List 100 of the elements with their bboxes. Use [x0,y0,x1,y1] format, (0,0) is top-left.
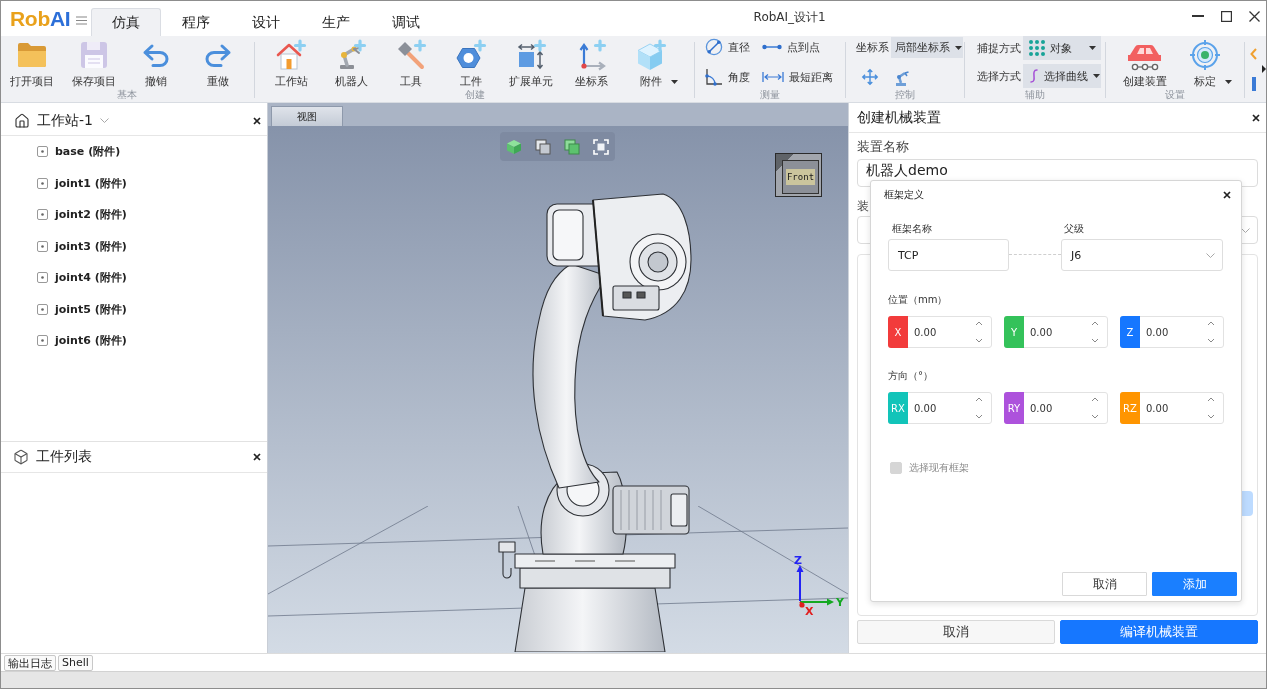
bottom-tab[interactable]: 输出日志 [4,654,56,671]
ribbon-button[interactable]: 重做 [187,36,249,88]
tree-item[interactable]: joint5 (附件) [1,293,267,325]
tree-item[interactable]: joint6 (附件) [1,325,267,357]
caret-icon [1089,46,1096,50]
tree-item[interactable]: base (附件) [1,136,267,168]
undo-icon [142,43,170,67]
cube-icon[interactable] [506,138,522,155]
axis-tag: RX [888,392,908,424]
close-icon[interactable] [253,116,261,125]
part-icon [37,240,48,252]
text-field[interactable]: TCP [888,239,1009,271]
dialog-button[interactable]: 取消 [1062,572,1147,596]
field-label: 选择方式 [977,68,1021,84]
field-label: 父级 [1064,222,1084,236]
field-label: 框架名称 [892,222,932,236]
close-icon[interactable] [1223,191,1231,199]
number-field[interactable]: RX 0.00 [888,392,992,424]
house-plus-icon [275,39,307,71]
tree-item[interactable]: joint3 (附件) [1,230,267,262]
ribbon-button[interactable]: 保存项目 [63,36,125,88]
checkbox-label: 选择现有框架 [909,461,969,475]
tool-button[interactable]: 直径 [705,37,762,57]
ribbon-button[interactable]: 坐标系 [561,36,621,88]
axis-label: Y [836,596,844,609]
spin-arrows-icon[interactable] [1091,321,1099,343]
menu-tab[interactable]: 仿真 [91,8,162,36]
caret-icon [1225,79,1232,84]
group-label: 控制 [894,88,916,101]
spin-arrows-icon[interactable] [1207,397,1215,419]
spin-arrows-icon[interactable] [1207,321,1215,343]
part-icon [37,177,48,189]
menu-tab[interactable]: 程序 [161,8,232,36]
tree-item[interactable]: joint4 (附件) [1,262,267,294]
dropdown[interactable]: 选择曲线 [1023,64,1101,88]
ribbon-button[interactable]: 工具 [381,36,441,88]
view-cube[interactable]: Front [775,153,822,197]
spin-arrows-icon[interactable] [975,321,983,343]
stacked-squares-icon[interactable] [535,138,551,155]
view-tab[interactable]: 视图 [271,106,343,126]
square-arrows-plus-icon [515,39,547,71]
dropdown[interactable]: 对象 [1023,36,1101,60]
menu-tab[interactable]: 调试 [371,8,442,36]
axis-arrows [796,565,834,608]
axis-tag: Y [1004,316,1024,348]
dropdown[interactable]: 局部坐标系 [891,37,963,58]
panel-title: 工作站-1 [37,111,93,130]
axis-tag: RY [1004,392,1024,424]
stacked-squares-icon[interactable] [564,138,580,155]
number-field[interactable]: RZ 0.00 [1120,392,1224,424]
fit-view-icon[interactable] [593,138,609,155]
ribbon-button[interactable]: 工作站 [261,36,321,88]
menu-tab[interactable]: 设计 [231,8,302,36]
tool-button[interactable]: 角度 [705,67,762,87]
cube-icon [13,449,29,465]
menu-icon[interactable] [76,15,88,25]
ribbon-button[interactable]: 撤销 [125,36,187,88]
ribbon-button[interactable]: 机器人 [321,36,381,88]
close-icon[interactable] [1249,10,1260,22]
group-label: 辅助 [1024,88,1046,101]
dropdown[interactable]: J6 [1061,239,1223,271]
tree-item[interactable]: joint2 (附件) [1,199,267,231]
panel-button[interactable]: 编译机械装置 [1060,620,1258,644]
move-arrows-icon[interactable] [861,68,879,86]
ribbon-button[interactable]: 工件 [441,36,501,88]
close-icon[interactable] [1252,113,1260,122]
dialog-button[interactable]: 添加 [1152,572,1237,596]
home-icon [14,112,30,129]
ribbon-button[interactable]: 标定 [1175,36,1235,88]
spin-arrows-icon[interactable] [975,397,983,419]
group-label: 测量 [759,88,781,101]
axis-tag: RZ [1120,392,1140,424]
tool-button[interactable]: 点到点 [762,37,842,57]
number-field[interactable]: Y 0.00 [1004,316,1108,348]
bottom-tab[interactable]: Shell [58,654,93,671]
ribbon-button[interactable]: 创建装置 [1115,36,1175,88]
spin-arrows-icon[interactable] [1091,397,1099,419]
tool-button[interactable]: 最短距离 [762,67,842,87]
ribbon-button[interactable]: 打开项目 [1,36,63,88]
chevron-down-icon [99,118,109,123]
folder-icon [18,43,46,67]
caret-icon [1093,74,1100,78]
close-icon[interactable] [253,453,261,461]
number-field[interactable]: X 0.00 [888,316,992,348]
maximize-icon[interactable] [1221,10,1232,22]
hex-nut-plus-icon [455,39,487,71]
number-field[interactable]: Z 0.00 [1120,316,1224,348]
panel-button[interactable]: 取消 [857,620,1055,644]
cube-plus-icon [635,39,667,71]
number-field[interactable]: RY 0.00 [1004,392,1108,424]
ribbon-button[interactable]: 扩展单元 [501,36,561,88]
tree-item[interactable]: joint1 (附件) [1,167,267,199]
redo-icon [204,43,232,67]
logo-text: AI [49,6,71,31]
field-label: 装 [857,198,869,214]
menu-tab[interactable]: 生产 [301,8,372,36]
ribbon-button[interactable]: 附件 [621,36,681,88]
scroll-right-icon[interactable] [1262,65,1266,73]
part-icon [37,209,48,221]
robot-arm-icon[interactable] [893,68,909,86]
